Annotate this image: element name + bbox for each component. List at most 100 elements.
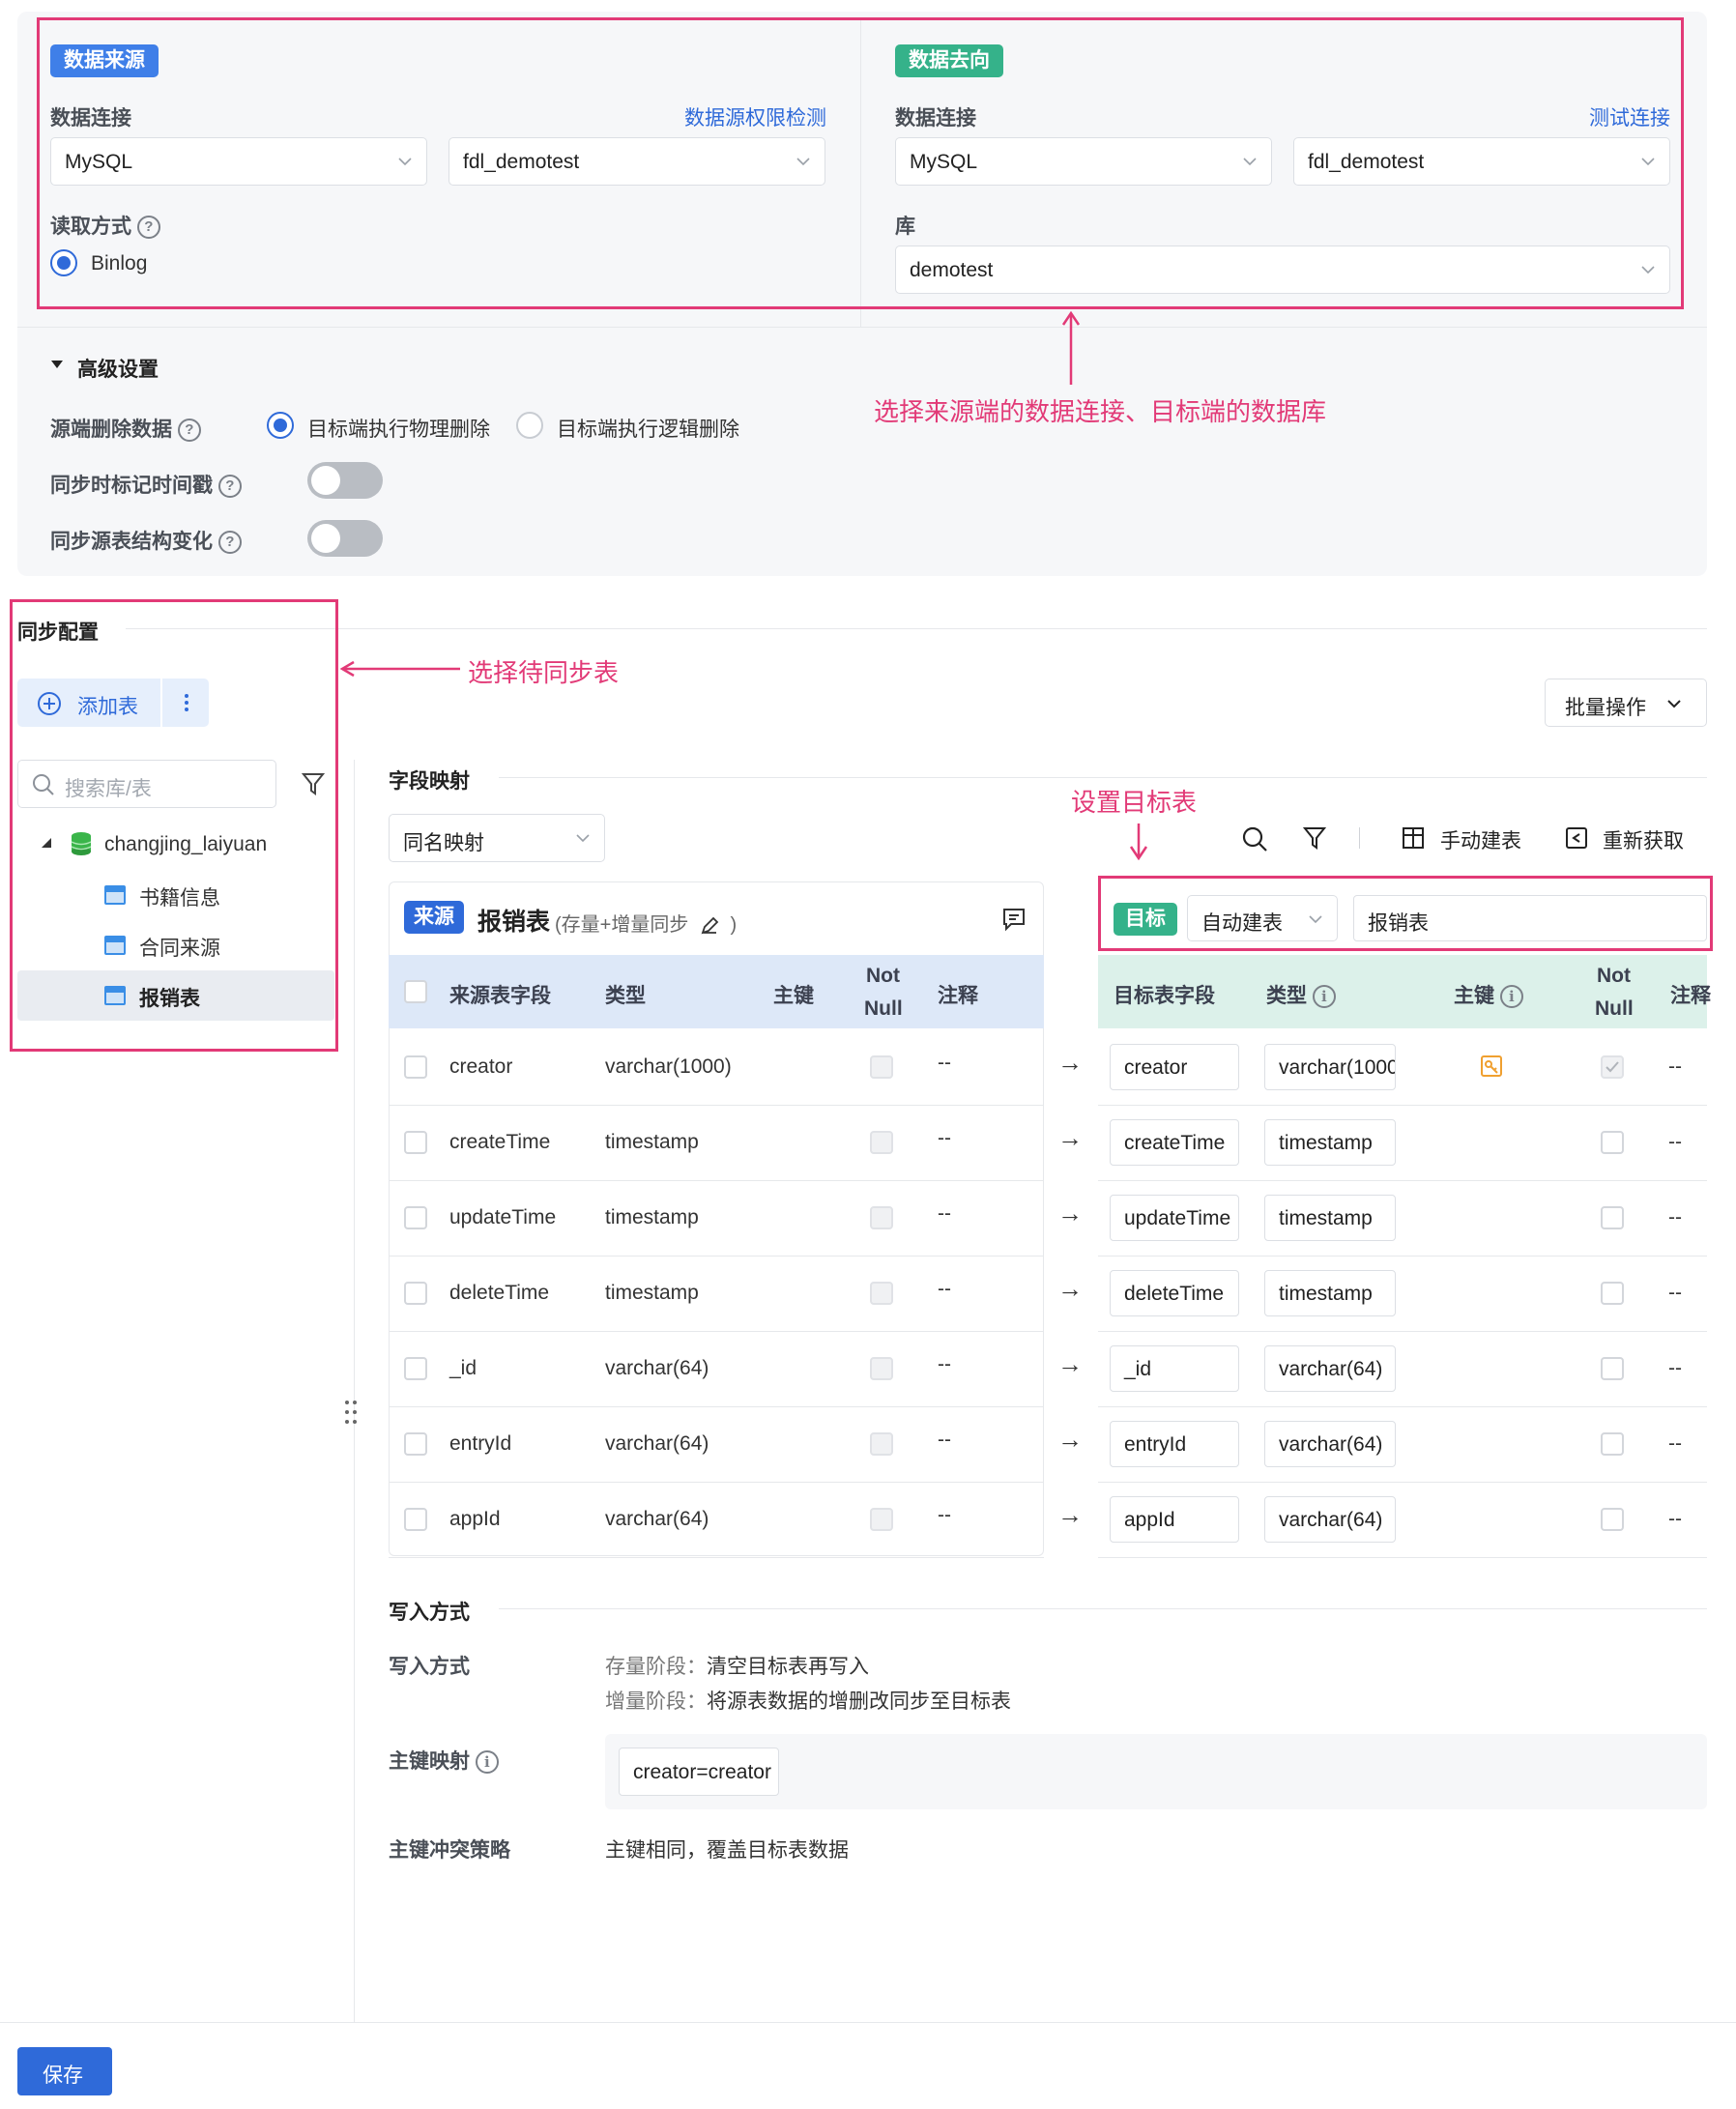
target-field-type: varchar(1000) [1279,1056,1396,1079]
col-target-comment: 注释 [1670,985,1711,1007]
source-field-name: entryId [449,1432,512,1455]
target-type-input[interactable]: timestamp [1264,1119,1396,1166]
filter-icon[interactable] [1303,825,1326,851]
row-checkbox[interactable] [404,1508,427,1531]
info-icon[interactable]: i [1499,985,1523,1009]
row-divider [1098,1557,1707,1558]
target-type-input[interactable]: varchar(64) [1264,1345,1396,1392]
timestamp-toggle[interactable] [307,462,383,499]
write-title: 写入方式 [389,1602,470,1624]
help-icon[interactable]: ? [217,531,242,555]
logical-delete-radio[interactable] [516,412,543,439]
annotation-box-connection [37,17,1684,309]
mapping-arrow-icon: → [1057,1349,1083,1378]
target-type-input[interactable]: varchar(64) [1264,1421,1396,1467]
mapping-arrow-icon: → [1057,1199,1083,1228]
target-field-type: varchar(64) [1279,1509,1383,1531]
target-field-input[interactable]: entryId [1110,1421,1239,1467]
info-icon[interactable]: i [1312,985,1336,1009]
comment-icon[interactable] [1001,907,1027,932]
source-notnull-checkbox [870,1055,893,1079]
delete-label-text: 源端删除数据 [50,419,172,441]
target-field-comment: -- [1668,1357,1682,1379]
col-target-type: 类型 i [1266,980,1336,1009]
source-field-type: varchar(64) [605,1432,709,1455]
row-checkbox[interactable] [404,1131,427,1154]
refetch-label: 重新获取 [1603,830,1684,852]
row-checkbox[interactable] [404,1055,427,1079]
row-checkbox[interactable] [404,1282,427,1305]
mapping-mode-value: 同名映射 [403,832,484,854]
source-field-comment: -- [938,1202,951,1225]
edit-icon[interactable] [700,916,719,936]
target-notnull-checkbox [1601,1055,1624,1079]
source-field-name: createTime [449,1131,551,1153]
search-icon[interactable] [1241,825,1268,852]
advanced-title[interactable]: 高级设置 [77,354,159,383]
target-field-input[interactable]: createTime [1110,1119,1239,1166]
target-notnull-checkbox[interactable] [1601,1432,1624,1456]
info-icon[interactable]: i [475,1750,499,1775]
stock-stage-label: 存量阶段： [605,1656,707,1678]
target-field-input[interactable]: updateTime [1110,1195,1239,1241]
source-sync-mode-text: (存量+增量同步 [555,914,689,936]
schema-change-label: 同步源表结构变化 ? [50,526,242,555]
manual-create-label: 手动建表 [1440,830,1521,852]
target-field-type: varchar(64) [1279,1358,1383,1380]
source-field-type: timestamp [605,1282,699,1304]
mapping-arrow-icon: → [1057,1274,1083,1303]
target-type-input[interactable]: varchar(64) [1264,1496,1396,1543]
col-source-type: 类型 [605,985,646,1007]
target-notnull-checkbox[interactable] [1601,1206,1624,1229]
table-row [389,1332,1707,1407]
mapping-mode-select[interactable]: 同名映射 [389,814,605,862]
target-field-input[interactable]: deleteTime [1110,1270,1239,1316]
target-notnull-checkbox[interactable] [1601,1131,1624,1154]
col-target-field: 目标表字段 [1114,985,1215,1007]
target-field-name: creator [1124,1056,1188,1079]
physical-delete-radio[interactable] [267,412,294,439]
manual-create-button[interactable]: 手动建表 [1400,822,1545,854]
pk-mapping-chip[interactable]: creator=creator [619,1748,779,1796]
target-field-input[interactable]: creator [1110,1044,1239,1090]
col-source-comment: 注释 [938,985,978,1007]
write-title-line [499,1608,1707,1609]
row-divider [389,1557,1044,1558]
col-source-notnull-1: Not [866,965,900,987]
table-row [389,1030,1707,1106]
source-field-name: _id [449,1357,477,1379]
table-row [389,1106,1707,1181]
pk-mapping-text: 主键映射 [389,1750,470,1773]
mapping-arrow-icon: → [1057,1425,1083,1454]
target-type-input[interactable]: timestamp [1264,1270,1396,1316]
drag-handle-icon[interactable] [344,1400,358,1427]
target-notnull-checkbox[interactable] [1601,1282,1624,1305]
schema-change-toggle[interactable] [307,520,383,557]
mapping-title: 字段映射 [389,770,470,793]
mapping-arrow-icon: → [1057,1123,1083,1152]
select-all-checkbox[interactable] [404,980,427,1003]
target-field-comment: -- [1668,1055,1682,1078]
batch-operation-button[interactable]: 批量操作 [1545,679,1707,727]
save-label: 保存 [43,2065,83,2087]
target-notnull-checkbox[interactable] [1601,1357,1624,1380]
target-type-input[interactable]: timestamp [1264,1195,1396,1241]
refetch-button[interactable]: 重新获取 [1562,822,1707,854]
source-sync-mode-end: ) [730,914,738,936]
target-notnull-checkbox[interactable] [1601,1508,1624,1531]
target-field-input[interactable]: _id [1110,1345,1239,1392]
mapping-arrow-icon: → [1057,1048,1083,1077]
primary-key-icon[interactable] [1479,1054,1504,1079]
target-field-comment: -- [1668,1131,1682,1153]
help-icon[interactable]: ? [177,419,201,443]
target-field-name: createTime [1124,1132,1226,1154]
col-target-notnull-1: Not [1597,965,1631,987]
row-checkbox[interactable] [404,1206,427,1229]
caret-down-icon[interactable] [50,358,64,371]
target-type-input[interactable]: varchar(1000) [1264,1044,1396,1090]
row-checkbox[interactable] [404,1432,427,1456]
help-icon[interactable]: ? [217,475,242,499]
save-button[interactable]: 保存 [17,2047,112,2095]
target-field-input[interactable]: appId [1110,1496,1239,1543]
row-checkbox[interactable] [404,1357,427,1380]
